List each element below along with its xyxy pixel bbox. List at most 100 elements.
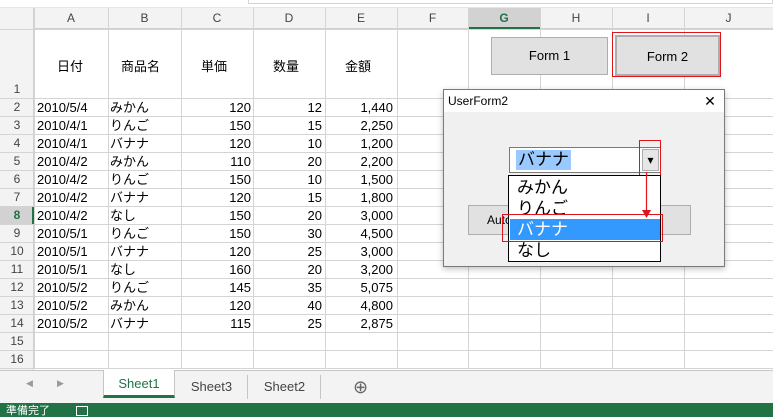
cell-price[interactable]: 150 [181,225,251,242]
row-header-6[interactable]: 6 [0,170,34,188]
cell-date[interactable]: 2010/4/2 [37,171,107,188]
cell-amount[interactable]: 2,875 [325,315,393,332]
cell-product[interactable]: なし [110,261,180,278]
cell-product[interactable]: みかん [110,153,180,170]
cell-price[interactable]: 150 [181,117,251,134]
cell-qty[interactable]: 10 [253,135,322,152]
cell-product[interactable]: バナナ [110,189,180,206]
column-header-j[interactable]: J [684,8,773,29]
cell-amount[interactable]: 3,200 [325,261,393,278]
cell-qty[interactable]: 15 [253,117,322,134]
cell-date[interactable]: 2010/5/1 [37,225,107,242]
cell-amount[interactable]: 2,200 [325,153,393,170]
cell-date[interactable]: 2010/4/2 [37,207,107,224]
tab-sheet1[interactable]: Sheet1 [103,370,175,398]
cell-price[interactable]: 110 [181,153,251,170]
cell-product[interactable]: りんご [110,171,180,188]
row-header-4[interactable]: 4 [0,134,34,152]
cell-price[interactable]: 120 [181,243,251,260]
row-header-12[interactable]: 12 [0,278,34,296]
dropdown-option[interactable]: バナナ [510,219,660,240]
tab-scroll-left-icon[interactable]: ◀ [26,378,33,389]
column-header-a[interactable]: A [34,8,108,29]
cell-date[interactable]: 2010/4/1 [37,117,107,134]
cell-amount[interactable]: 2,250 [325,117,393,134]
dropdown-option[interactable]: なし [510,240,660,261]
row-header-1[interactable]: 1 [0,29,34,98]
cell-product[interactable]: みかん [110,99,180,116]
cell-product[interactable]: りんご [110,117,180,134]
cell-amount[interactable]: 3,000 [325,243,393,260]
cell-qty[interactable]: 20 [253,261,322,278]
cell-qty[interactable]: 35 [253,279,322,296]
column-header-c[interactable]: C [181,8,253,29]
tab-sheet3[interactable]: Sheet3 [176,375,248,399]
cell-date[interactable]: 2010/5/1 [37,261,107,278]
form2-button[interactable]: Form 2 [615,35,720,76]
dropdown-option[interactable]: みかん [510,177,660,198]
cell-amount[interactable]: 1,800 [325,189,393,206]
cell-qty[interactable]: 10 [253,171,322,188]
cell-date[interactable]: 2010/4/2 [37,189,107,206]
cell-date[interactable]: 2010/5/4 [37,99,107,116]
row-header-15[interactable]: 15 [0,332,34,350]
cell-qty[interactable]: 25 [253,315,322,332]
cell-amount[interactable]: 3,000 [325,207,393,224]
cell-qty[interactable]: 12 [253,99,322,116]
cell-product[interactable]: なし [110,207,180,224]
column-header-i[interactable]: I [612,8,684,29]
cell-product[interactable]: りんご [110,225,180,242]
cell-price[interactable]: 145 [181,279,251,296]
cell-amount[interactable]: 1,500 [325,171,393,188]
tab-sheet2[interactable]: Sheet2 [249,375,321,399]
row-header-8[interactable]: 8 [0,206,34,224]
cell-qty[interactable]: 20 [253,153,322,170]
row-header-13[interactable]: 13 [0,296,34,314]
cell-price[interactable]: 115 [181,315,251,332]
cell-date[interactable]: 2010/5/1 [37,243,107,260]
row-header-10[interactable]: 10 [0,242,34,260]
cell-price[interactable]: 120 [181,189,251,206]
cell-amount[interactable]: 1,440 [325,99,393,116]
add-sheet-icon[interactable]: ⊕ [353,377,368,397]
column-header-f[interactable]: F [397,8,468,29]
cell-price[interactable]: 120 [181,99,251,116]
cell-date[interactable]: 2010/4/1 [37,135,107,152]
row-header-7[interactable]: 7 [0,188,34,206]
column-header-d[interactable]: D [253,8,325,29]
cell-price[interactable]: 160 [181,261,251,278]
row-header-3[interactable]: 3 [0,116,34,134]
cell-product[interactable]: りんご [110,279,180,296]
cell-amount[interactable]: 1,200 [325,135,393,152]
cell-qty[interactable]: 30 [253,225,322,242]
cell-qty[interactable]: 40 [253,297,322,314]
cell-product[interactable]: バナナ [110,135,180,152]
column-header-e[interactable]: E [325,8,397,29]
column-header-g[interactable]: G [468,8,540,29]
close-icon[interactable]: ✕ [700,92,720,110]
cell-product[interactable]: バナナ [110,243,180,260]
cell-amount[interactable]: 4,500 [325,225,393,242]
cell-amount[interactable]: 4,800 [325,297,393,314]
cell-amount[interactable]: 5,075 [325,279,393,296]
macro-record-icon[interactable] [76,406,88,416]
cell-date[interactable]: 2010/5/2 [37,279,107,296]
cell-date[interactable]: 2010/5/2 [37,297,107,314]
dropdown-option[interactable]: りんご [510,198,660,219]
row-header-11[interactable]: 11 [0,260,34,278]
cell-qty[interactable]: 20 [253,207,322,224]
cell-qty[interactable]: 15 [253,189,322,206]
row-header-2[interactable]: 2 [0,98,34,116]
column-header-h[interactable]: H [540,8,612,29]
cell-price[interactable]: 150 [181,171,251,188]
cell-product[interactable]: みかん [110,297,180,314]
row-header-5[interactable]: 5 [0,152,34,170]
cell-qty[interactable]: 25 [253,243,322,260]
tab-scroll-right-icon[interactable]: ▶ [57,378,64,389]
column-header-b[interactable]: B [108,8,181,29]
row-header-9[interactable]: 9 [0,224,34,242]
cell-product[interactable]: バナナ [110,315,180,332]
form1-button[interactable]: Form 1 [491,37,608,75]
cell-price[interactable]: 150 [181,207,251,224]
cell-date[interactable]: 2010/4/2 [37,153,107,170]
